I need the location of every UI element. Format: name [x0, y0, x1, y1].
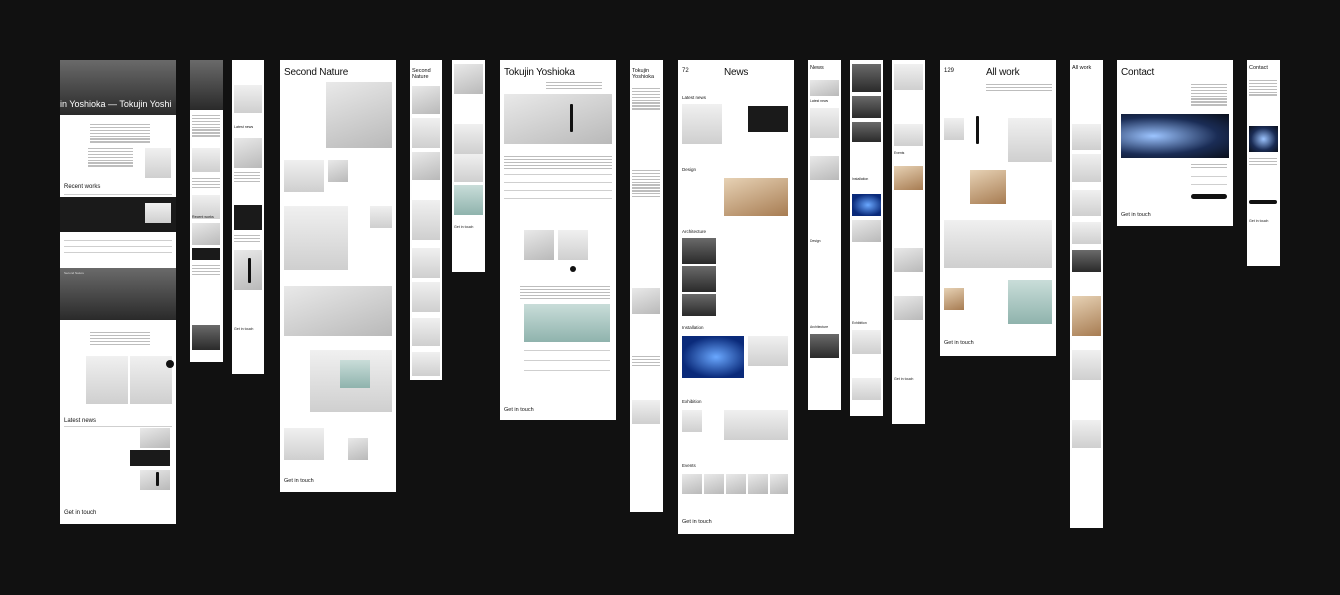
news-mobile-frame-1: News Latest news Design Architecture — [808, 60, 841, 410]
about-mobile-frame: Tokujin Yoshioka — [630, 60, 663, 512]
section-events: Events — [894, 151, 905, 155]
get-in-touch[interactable]: Get in touch — [682, 519, 712, 526]
next-arrow-icon[interactable] — [166, 360, 174, 368]
get-in-touch[interactable]: Get in touch — [234, 327, 253, 332]
section-design: Design — [682, 167, 697, 172]
project-page-frame: Second Nature Get in touch — [280, 60, 396, 492]
get-in-touch[interactable]: Get in touch — [64, 510, 96, 516]
about-title: Tokujin Yoshioka — [632, 68, 655, 81]
submit-button[interactable] — [1191, 194, 1227, 199]
home-mobile-frame: Recent works — [190, 60, 223, 362]
section-latest-news: Latest news — [682, 95, 707, 100]
news-mobile-frame-3: Events Get in touch — [892, 60, 925, 424]
contact-mobile-frame: Contact Get in touch — [1247, 60, 1280, 266]
project-title: Second Nature — [284, 67, 349, 78]
news-title: News — [810, 65, 824, 71]
project-image-1 — [86, 356, 128, 404]
project-image-main — [326, 82, 392, 148]
work-count: 129 — [944, 68, 955, 74]
contact-title: Contact — [1121, 67, 1155, 78]
intro-columns — [88, 148, 133, 168]
recent-works-heading: Recent works — [64, 184, 101, 190]
news-image-1[interactable] — [140, 428, 170, 448]
section-installation: Installation — [852, 177, 869, 181]
all-work-mobile-frame: All work — [1070, 60, 1103, 528]
all-work-page-frame: 129 All work Get in touch — [940, 60, 1056, 356]
get-in-touch[interactable]: Get in touch — [284, 478, 314, 485]
section-installation: Installation — [682, 325, 704, 330]
news-image-3[interactable] — [140, 470, 170, 490]
latest-news-heading: Latest news — [234, 125, 254, 129]
contact-title: Contact — [1249, 65, 1268, 71]
section-exhibition: Exhibition — [682, 399, 702, 404]
news-image-2[interactable] — [130, 450, 170, 466]
project-text — [90, 332, 150, 346]
news-mobile-frame: Latest news Get in touch — [232, 60, 264, 374]
intro-image — [145, 148, 171, 178]
about-hero-image — [504, 94, 612, 144]
section-design: Design — [810, 239, 821, 243]
section-architecture: Architecture — [682, 229, 707, 234]
about-title: Tokujin Yoshioka — [504, 67, 575, 78]
section-architecture: Architecture — [810, 325, 829, 329]
project-title: Second Nature — [412, 68, 431, 81]
design-board: jin Yoshioka — Tokujin Yoshi Recent work… — [0, 0, 1340, 595]
latest-news-heading: Latest news — [64, 418, 97, 424]
get-in-touch[interactable]: Get in touch — [1249, 219, 1268, 224]
get-in-touch[interactable]: Get in touch — [454, 225, 473, 230]
get-in-touch[interactable]: Get in touch — [894, 377, 913, 382]
recent-works-heading: Recent works — [192, 215, 214, 219]
about-page-frame: Tokujin Yoshioka Get in touch — [500, 60, 616, 420]
contact-image — [1121, 114, 1229, 158]
hero-title: jin Yoshioka — Tokujin Yoshi — [60, 99, 172, 109]
get-in-touch[interactable]: Get in touch — [504, 407, 534, 414]
get-in-touch[interactable]: Get in touch — [1121, 212, 1151, 219]
news-count: 72 — [682, 68, 689, 74]
project-label: Second Nature — [64, 271, 85, 275]
submit-button[interactable] — [1249, 200, 1277, 204]
news-mobile-frame-2: Installation Exhibition — [850, 60, 883, 416]
section-events: Events — [682, 463, 696, 468]
contact-page-frame: Contact Get in touch — [1117, 60, 1233, 226]
news-page-frame: 72 News Latest news Design Architecture … — [678, 60, 794, 534]
hero-image — [190, 60, 223, 110]
project-hero-image[interactable] — [60, 268, 176, 320]
project-mobile-frame-2: Get in touch — [452, 60, 485, 272]
project-mobile-frame: Second Nature — [410, 60, 442, 380]
intro-text — [90, 124, 150, 144]
work-thumb[interactable] — [145, 203, 171, 223]
section-exhibition: Exhibition — [852, 321, 867, 325]
news-title: News — [724, 67, 749, 78]
home-page-frame: jin Yoshioka — Tokujin Yoshi Recent work… — [60, 60, 176, 524]
get-in-touch[interactable]: Get in touch — [944, 340, 974, 347]
section-latest-news: Latest news — [810, 99, 829, 103]
all-work-title: All work — [986, 67, 1020, 78]
all-work-title: All work — [1072, 65, 1092, 71]
